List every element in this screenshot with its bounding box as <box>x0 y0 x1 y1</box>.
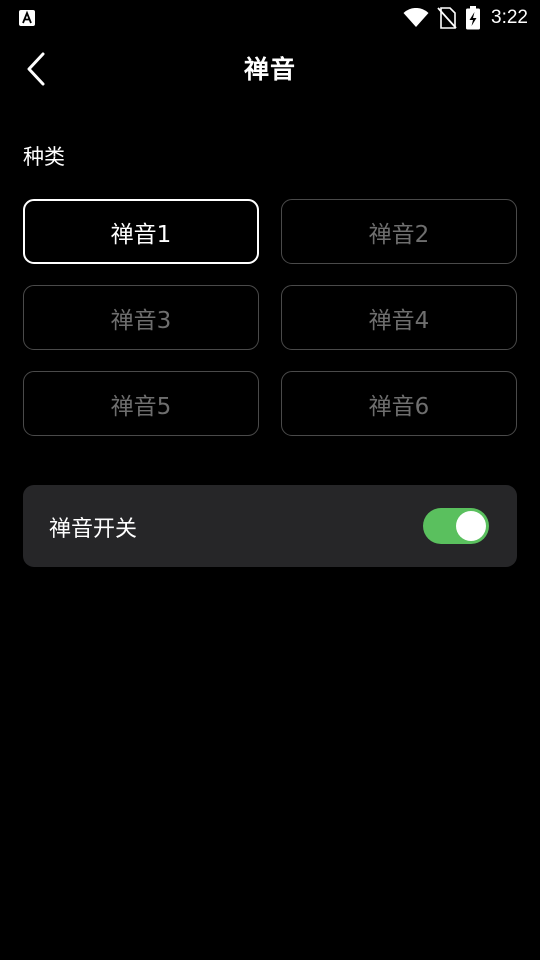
option-button-2[interactable]: 禅音2 <box>281 199 517 264</box>
keyboard-a-icon <box>19 10 35 26</box>
zen-switch-label: 禅音开关 <box>49 517 138 542</box>
status-bar: 3:22 <box>0 0 540 36</box>
zen-switch-toggle[interactable] <box>423 508 489 544</box>
battery-charging-icon <box>466 6 481 30</box>
option-button-4[interactable]: 禅音4 <box>281 285 517 350</box>
toggle-knob <box>456 511 486 541</box>
option-button-1[interactable]: 禅音1 <box>23 199 259 264</box>
category-options: 禅音1 禅音2 禅音3 禅音4 禅音5 禅音6 <box>23 199 517 436</box>
option-button-5[interactable]: 禅音5 <box>23 371 259 436</box>
wifi-icon <box>403 8 429 27</box>
status-time: 3:22 <box>491 7 528 28</box>
option-button-3[interactable]: 禅音3 <box>23 285 259 350</box>
page-title: 禅音 <box>243 55 296 84</box>
app-bar: 禅音 <box>0 36 540 102</box>
no-sim-icon <box>437 7 457 29</box>
zen-switch-card: 禅音开关 <box>23 485 517 567</box>
status-icons: 3:22 <box>403 5 528 31</box>
category-label: 种类 <box>23 145 65 169</box>
option-button-6[interactable]: 禅音6 <box>281 371 517 436</box>
